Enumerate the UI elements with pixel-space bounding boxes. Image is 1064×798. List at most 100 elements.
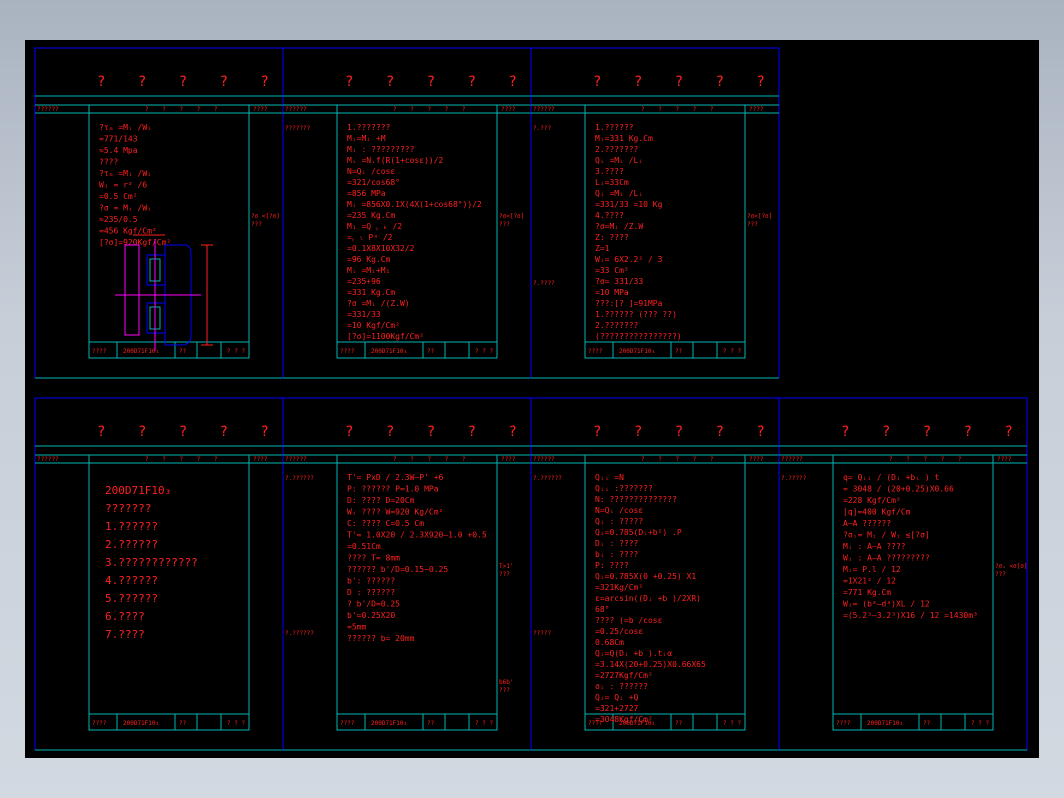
sheet-title: ? ? ? ? ? (593, 74, 777, 90)
calc-line: σᵢ : ?????? (595, 682, 648, 691)
calc-line: ???? (99, 158, 118, 167)
calc-line: =3.14X(20+0.25)X0.66X65 (595, 660, 706, 669)
header-left: ?????? (781, 456, 803, 463)
header-right: ???? (253, 456, 268, 463)
title-block-scale: ?? (427, 348, 435, 355)
calc-line: Qᵢ=Q(Dᵢ +b ).tᵢα (595, 649, 672, 658)
title-block-scale: ?? (675, 720, 683, 727)
calc-line: P: ?????? P=1.0 MPa (347, 485, 439, 494)
calc-line: D : ?????? (347, 588, 395, 597)
calc-line: ?????? b= 20mm (347, 634, 415, 643)
header-left: ?????? (285, 456, 307, 463)
calc-line: Qᵢᵢ :??????? (595, 484, 653, 493)
calc-line: ? b'/D=0.25 (347, 600, 400, 609)
header-mid: ? ? ? ? ? (641, 106, 719, 113)
calc-line: M₁ =Q ᵧ ₖ /2 (347, 222, 402, 231)
sheet-4[interactable]: ? ? ? ? ??????? ? ? ? ? ? ???? 200D71F10₃??… (34, 397, 284, 751)
calc-line: N=Qᵢ /cosε (595, 506, 643, 515)
calc-line: ???? T= 8mm (347, 554, 400, 563)
calc-line: D: ???? D=20Cm (347, 496, 415, 505)
calc-line: Z: ???? (595, 233, 629, 242)
side-note-right: T>1' (499, 563, 513, 570)
calc-line: =2727Kgf/Cm² (595, 671, 653, 680)
calc-line: Wᵢ= (b³–d³)XL / 12 (843, 600, 930, 609)
calc-line: Qᵢ =Mᵢ /Lᵢ (595, 189, 643, 198)
calc-line: ε=arcsin((Dᵢ +b )/2XR) (595, 594, 701, 603)
header-right: ???? (501, 456, 516, 463)
side-note-right: b6b' (499, 679, 513, 686)
calc-line: =0.51Cm (347, 542, 381, 551)
calc-line: [?σ]=920Kgf/Cm² (99, 238, 171, 247)
calc-line: =ᵧ ₗ Pᵃ /2 (347, 233, 393, 242)
calc-line: =856 MPa (347, 189, 386, 198)
side-note-right: ??? (499, 687, 510, 694)
header-left: ?????? (533, 456, 555, 463)
side-note-right: ??? (995, 571, 1006, 578)
calc-line: 2.?????? (105, 538, 158, 551)
calc-line: Wᵢ = r² /6 (99, 181, 147, 190)
calc-line: Mᵢ=331 Kg.Cm (595, 134, 653, 143)
sheet-title: ? ? ? ? ? (97, 424, 281, 440)
title-block-sheet: ???? (836, 720, 851, 727)
calc-line: =235 Kg.Cm (347, 211, 395, 220)
calc-line: ?τₘ =Mᵢ /Wᵢ (99, 169, 152, 178)
title-block-drawing-no: 200D71F10₃ (619, 348, 655, 355)
title-block-scale: ?? (675, 348, 683, 355)
title-block-sheet: ???? (92, 348, 107, 355)
calc-line: bᵢ : ???? (595, 550, 639, 559)
calc-line: 5.?????? (105, 592, 158, 605)
sheet-2[interactable]: ? ? ? ? ???????? ? ? ? ? ????1.???????Mᵢ=… (282, 47, 532, 379)
header-mid: ? ? ? ? ? (393, 456, 471, 463)
title-block-page: ? ? ? (227, 720, 245, 727)
side-note-right: ??? (747, 221, 758, 228)
calc-line: =0.1X8X10X32/2 (347, 244, 415, 253)
title-block-page: ? ? ? (971, 720, 989, 727)
part-sketch (115, 234, 213, 351)
header-right: ???? (997, 456, 1012, 463)
calc-line: =331 Kg.Cm (347, 288, 395, 297)
sheet-3[interactable]: ? ? ? ? ??????? ? ? ? ? ? ???? 1.?????? Mᵢ=3… (530, 47, 780, 379)
calc-line: =456 Kgf/Cm² (99, 227, 157, 236)
sheet-5[interactable]: ? ? ? ? ??????? ? ? ? ? ? ???? T'= PxD / 2.… (282, 397, 532, 751)
calc-line: 3.???? (595, 167, 624, 176)
header-right: ???? (749, 106, 764, 113)
calc-line: ???:[? ]=91MPa (595, 299, 663, 308)
header-mid: ? ? ? ? ? (889, 456, 967, 463)
calc-line: Wᵢ= 6X2.2² / 3 (595, 255, 663, 264)
side-note-left: ?.?????? (285, 475, 314, 482)
calc-line: T'= PxD / 2.3W–P' +6 (347, 473, 444, 482)
header-mid: ? ? ? ? ? (145, 106, 223, 113)
calc-line: Mᵢ : A–A ???? (843, 542, 906, 551)
title-block-sheet: ???? (588, 348, 603, 355)
calc-line: ≈235/0.5 (99, 215, 138, 224)
sheet-7[interactable]: ? ? ? ? ??????? ? ? ? ? ? ???? q= Qᵢᵢ / (Dᵢ… (778, 397, 1028, 751)
title-block-drawing-no: 200D71F10₃ (371, 720, 407, 727)
calc-line: =771/143 (99, 135, 138, 144)
calc-line: =321Kg/Cm² (595, 583, 643, 592)
calc-line: =96 Kg.Cm (347, 255, 391, 264)
header-mid: ? ? ? ? ? (145, 456, 223, 463)
sheet-6[interactable]: ? ? ? ? ??????? ? ? ? ? ? ???? Qᵢᵢ =N Qᵢᵢ :?… (530, 397, 780, 751)
cad-viewport[interactable]: ? ? ? ? ???????? ? ? ? ????? ?τₘ =Mᵢ /Wᵢ =… (25, 40, 1039, 758)
calc-line: 3.???????????? (105, 556, 198, 569)
title-block-sheet: ???? (588, 720, 603, 727)
title-block-drawing-no: 200D71F10₃ (619, 720, 655, 727)
calc-line: (????????????????) (595, 332, 682, 341)
calc-line: Qᵢ= Qᵢ +Q (595, 693, 639, 702)
title-block-drawing-no: 200D71F10₃ (371, 348, 407, 355)
title-block-page: ? ? ? (475, 720, 493, 727)
calc-line: =10 Kgf/Cm² (347, 321, 400, 330)
calc-line: C: ???? C=0.5 Cm (347, 519, 424, 528)
side-note-left: ????? (533, 630, 551, 637)
calc-line: Qᵢ : ????? (595, 517, 643, 526)
calc-line: Qᵢ =Mᵢ /Lᵢ (595, 156, 643, 165)
sheet-title: ? ? ? ? ? (345, 424, 529, 440)
calc-line: Lᵢ=33Cm (595, 178, 629, 187)
calc-line: =228 Kgf/Cm² (843, 496, 901, 505)
side-note-right: ?σ <[?σ] (251, 213, 280, 220)
calc-line: =0.25/cosε (595, 627, 643, 636)
calc-line: 6.???? (105, 610, 145, 623)
calc-line: ≈5.4 Mpa (99, 146, 138, 155)
calc-line: =33 Cm³ (595, 266, 629, 275)
header-right: ???? (501, 106, 516, 113)
